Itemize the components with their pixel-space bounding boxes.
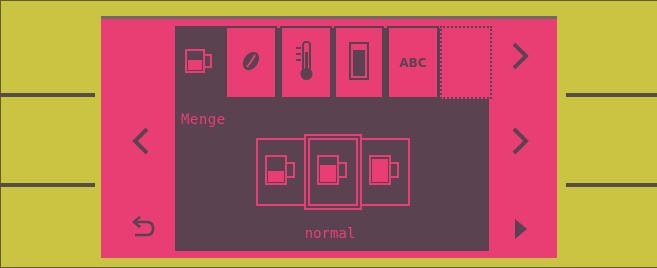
left-divider-bottom bbox=[0, 183, 95, 187]
decrease-button[interactable] bbox=[126, 125, 156, 161]
chevron-left-icon bbox=[130, 126, 152, 160]
cup-large-icon bbox=[368, 153, 402, 191]
chevron-right-icon bbox=[509, 41, 531, 75]
selected-quantity-label: normal bbox=[304, 226, 356, 242]
tab-empty-slot[interactable] bbox=[440, 26, 492, 99]
coffee-bean-icon bbox=[240, 49, 262, 77]
abc-text-icon: ABC bbox=[399, 55, 427, 70]
outer-frame-left bbox=[0, 0, 1, 268]
right-divider-bottom bbox=[566, 183, 657, 187]
tab-bean[interactable] bbox=[225, 26, 277, 99]
tab-quantity[interactable] bbox=[175, 26, 225, 99]
quantity-option-large[interactable] bbox=[360, 138, 410, 206]
display-top-edge bbox=[101, 16, 557, 19]
quantity-label: Menge bbox=[181, 112, 226, 128]
back-button[interactable] bbox=[126, 213, 160, 247]
quantity-option-normal[interactable] bbox=[304, 134, 362, 210]
right-divider-top bbox=[566, 93, 657, 97]
left-divider-top bbox=[0, 93, 95, 97]
cup-small-icon bbox=[264, 153, 298, 191]
chevron-right-icon bbox=[509, 126, 531, 160]
next-tab-button[interactable] bbox=[505, 40, 535, 76]
cup-normal-icon bbox=[316, 153, 350, 191]
tab-name[interactable]: ABC bbox=[387, 26, 439, 99]
play-icon bbox=[513, 217, 529, 245]
quantity-option-small[interactable] bbox=[256, 138, 306, 206]
outer-frame-top bbox=[0, 0, 657, 1]
thermometer-icon bbox=[293, 40, 319, 86]
tab-milk[interactable] bbox=[334, 26, 384, 99]
start-button[interactable] bbox=[508, 215, 534, 247]
container-icon bbox=[348, 41, 370, 85]
increase-button[interactable] bbox=[505, 125, 535, 161]
cup-icon bbox=[184, 47, 216, 79]
back-arrow-icon bbox=[130, 215, 156, 245]
tab-temperature[interactable] bbox=[280, 26, 332, 99]
